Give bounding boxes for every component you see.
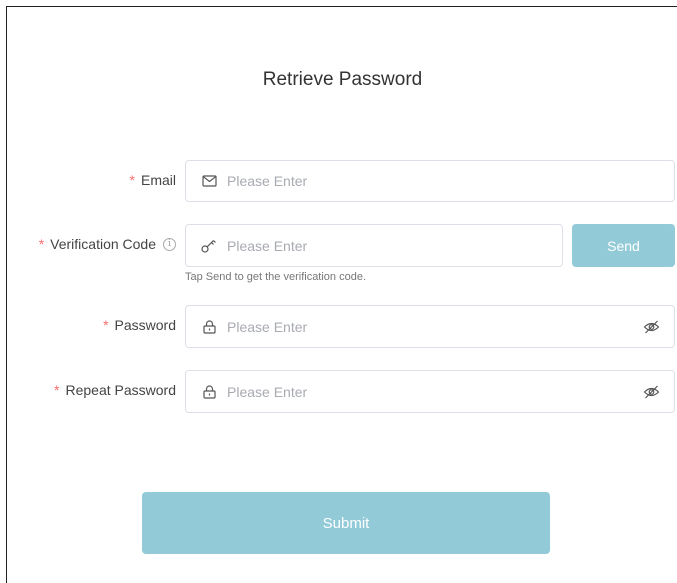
email-input[interactable] xyxy=(227,161,674,201)
email-field[interactable] xyxy=(185,160,675,202)
required-mark: * xyxy=(129,172,135,188)
eye-slash-icon[interactable] xyxy=(642,318,660,336)
required-mark: * xyxy=(38,236,45,252)
password-label: * Password xyxy=(103,317,176,333)
key-icon xyxy=(201,238,217,254)
eye-slash-icon[interactable] xyxy=(642,383,660,401)
retrieve-password-form: Retrieve Password * Email * Verification… xyxy=(6,6,677,583)
info-icon[interactable]: i xyxy=(163,237,176,251)
password-input[interactable] xyxy=(227,306,642,347)
verification-hint: Tap Send to get the verification code. xyxy=(185,271,367,283)
verification-code-input[interactable] xyxy=(227,225,562,266)
email-label: * Email xyxy=(129,172,176,188)
verification-code-field[interactable] xyxy=(185,224,563,267)
required-mark: * xyxy=(103,317,109,333)
password-field[interactable] xyxy=(185,305,675,348)
repeat-password-field[interactable] xyxy=(185,370,675,413)
submit-button[interactable]: Submit xyxy=(142,492,550,554)
page-title: Retrieve Password xyxy=(262,69,423,90)
repeat-password-label: * Repeat Password xyxy=(54,382,176,398)
repeat-password-input[interactable] xyxy=(227,371,642,412)
lock-icon xyxy=(201,384,217,400)
verification-code-label: * Verification Code i xyxy=(39,236,176,252)
send-code-button[interactable]: Send xyxy=(572,224,675,267)
lock-icon xyxy=(201,319,217,335)
required-mark: * xyxy=(54,382,60,398)
envelope-icon xyxy=(201,173,217,189)
